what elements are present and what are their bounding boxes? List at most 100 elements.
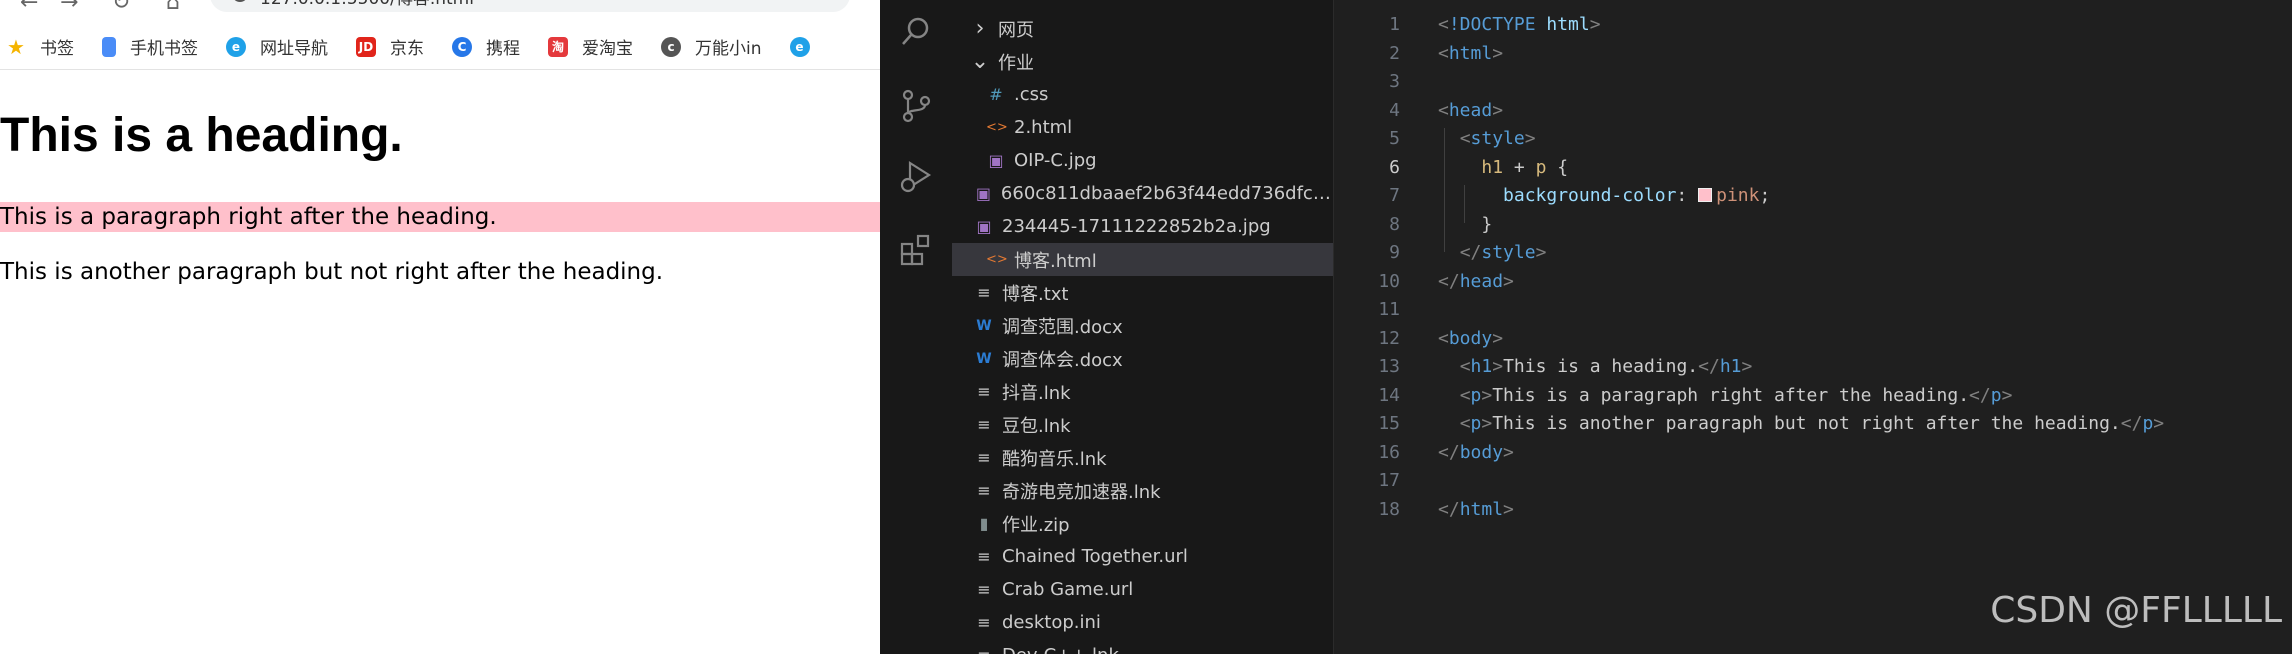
bookmark-label: 爱淘宝 bbox=[582, 39, 633, 59]
bookmark-item[interactable]: e 网址导航 bbox=[226, 34, 328, 59]
bookmark-label: 手机书签 bbox=[130, 39, 198, 59]
code-line[interactable]: 11 bbox=[1334, 296, 2292, 325]
explorer-folder[interactable]: ⌄ 作业 bbox=[952, 45, 1333, 78]
explorer-file[interactable]: ≡ desktop.ini bbox=[952, 606, 1333, 639]
explorer-file[interactable]: ▣ 660c811dbaaef2b63f44edd736dfc46... bbox=[952, 177, 1333, 210]
line-number: 6 bbox=[1389, 156, 1400, 178]
edge-e-icon: e bbox=[226, 36, 246, 57]
code-line[interactable]: 5 <style> bbox=[1334, 125, 2292, 154]
explorer-file[interactable]: ≡ 抖音.lnk bbox=[952, 375, 1333, 408]
site-info-icon[interactable] bbox=[232, 0, 248, 2]
source-control-icon[interactable] bbox=[898, 88, 934, 124]
line-number: 7 bbox=[1389, 185, 1400, 206]
text-file-icon: ≡ bbox=[977, 547, 991, 566]
browser-toolbar: ← → ↻ ⌂ 127.0.0.1:5500/博客.html bbox=[0, 0, 880, 20]
code-text: <!DOCTYPE html> bbox=[1438, 14, 1601, 35]
explorer-file[interactable]: ▣ OIP-C.jpg bbox=[952, 144, 1333, 177]
word-file-icon: W bbox=[976, 317, 992, 334]
paragraph: This is another paragraph but not right … bbox=[0, 259, 664, 285]
explorer-item-label: desktop.ini bbox=[1002, 612, 1101, 633]
code-line[interactable]: 12 <body> bbox=[1334, 325, 2292, 354]
back-icon[interactable]: ← bbox=[20, 0, 38, 15]
chevron-right-icon: › bbox=[975, 16, 985, 41]
code-text: </body> bbox=[1438, 441, 1514, 463]
code-line[interactable]: 13 <h1>This is a heading.</h1> bbox=[1334, 353, 2292, 382]
code-line[interactable]: 2 <html> bbox=[1334, 40, 2292, 69]
ctrip-icon: C bbox=[452, 36, 472, 57]
explorer-file[interactable]: ▮ 作业.zip bbox=[952, 507, 1333, 540]
code-line[interactable]: 6 h1 + p { bbox=[1334, 154, 2292, 183]
explorer-item-label: 酷狗音乐.lnk bbox=[1002, 448, 1107, 470]
line-number: 11 bbox=[1378, 299, 1400, 320]
run-debug-icon[interactable] bbox=[898, 158, 934, 194]
explorer-file[interactable]: <> 2.html bbox=[952, 111, 1333, 144]
explorer-file[interactable]: # .css bbox=[952, 78, 1333, 111]
line-number: 8 bbox=[1389, 213, 1400, 235]
bookmark-label: 网址导航 bbox=[260, 39, 328, 59]
bookmark-item[interactable]: JD 京东 bbox=[356, 34, 424, 59]
explorer-item-label: Dev-C++.lnk bbox=[1002, 645, 1119, 654]
code-line[interactable]: 15 <p>This is another paragraph but not … bbox=[1334, 410, 2292, 439]
code-line[interactable]: 1 <!DOCTYPE html> bbox=[1334, 11, 2292, 40]
explorer-file[interactable]: ≡ Dev-C++.lnk bbox=[952, 639, 1333, 654]
explorer-file[interactable]: ≡ Chained Together.url bbox=[952, 540, 1333, 573]
code-editor[interactable]: 1 <!DOCTYPE html> 2 <html> 3 4 <head> 5 <style>… bbox=[1334, 0, 2292, 654]
extensions-icon[interactable] bbox=[898, 232, 934, 268]
explorer-item-label: 豆包.lnk bbox=[1002, 415, 1071, 437]
code-line[interactable]: 4 <head> bbox=[1334, 97, 2292, 126]
explorer-item-label: 作业 bbox=[998, 52, 1034, 74]
color-swatch[interactable] bbox=[1698, 188, 1713, 202]
word-file-icon: W bbox=[976, 350, 992, 367]
code-line[interactable]: 17 bbox=[1334, 467, 2292, 496]
code-text: <p>This is a paragraph right after the h… bbox=[1459, 384, 2013, 406]
explorer-file[interactable]: ≡ 奇游电竞加速器.lnk bbox=[952, 474, 1333, 507]
text-file-icon: ≡ bbox=[974, 646, 994, 654]
file-explorer: › 网页 ⌄ 作业 # .css <> 2.html ▣ OIP-C.jpg ▣ 660c811dba… bbox=[952, 0, 1334, 654]
explorer-file[interactable]: ≡ 豆包.lnk bbox=[952, 408, 1333, 441]
forward-icon[interactable]: → bbox=[60, 0, 78, 15]
code-line[interactable]: 16 </body> bbox=[1334, 439, 2292, 468]
code-line[interactable]: 14 <p>This is a paragraph right after th… bbox=[1334, 382, 2292, 411]
code-line[interactable]: 8 } bbox=[1334, 211, 2292, 240]
bookmark-item[interactable]: 淘 爱淘宝 bbox=[548, 34, 633, 59]
explorer-folder[interactable]: › 网页 bbox=[952, 12, 1333, 45]
line-number: 17 bbox=[1378, 470, 1400, 491]
bookmark-item[interactable]: C 携程 bbox=[452, 34, 520, 59]
html-file-icon: <> bbox=[986, 120, 1008, 135]
explorer-file[interactable]: W 调查范围.docx bbox=[952, 309, 1333, 342]
explorer-file[interactable]: W 调查体会.docx bbox=[952, 342, 1333, 375]
code-line[interactable]: 18 </html> bbox=[1334, 496, 2292, 525]
search-icon[interactable] bbox=[898, 14, 934, 50]
explorer-item-label: OIP-C.jpg bbox=[1014, 150, 1097, 171]
code-line[interactable]: 10 </head> bbox=[1334, 268, 2292, 297]
bookmark-item[interactable]: 手机书签 bbox=[102, 34, 198, 59]
explorer-file[interactable]: ≡ 酷狗音乐.lnk bbox=[952, 441, 1333, 474]
bookmark-item[interactable]: ★ 书签 bbox=[6, 34, 74, 60]
bookmark-item[interactable]: e bbox=[789, 36, 824, 57]
bookmark-label: 京东 bbox=[390, 39, 424, 59]
text-file-icon: ≡ bbox=[977, 613, 991, 632]
explorer-item-label: 博客.txt bbox=[1002, 283, 1069, 305]
html-file-icon: <> bbox=[986, 252, 1008, 267]
bookmark-item[interactable]: c 万能小in bbox=[661, 34, 762, 59]
reload-icon[interactable]: ↻ bbox=[112, 0, 130, 15]
explorer-file[interactable]: ≡ 博客.txt bbox=[952, 276, 1333, 309]
code-text: h1 + p { bbox=[1481, 156, 1569, 178]
explorer-item-label: 234445-17111222852b2a.jpg bbox=[1002, 216, 1271, 237]
text-file-icon: ≡ bbox=[977, 382, 991, 401]
text-file-icon: ≡ bbox=[977, 283, 991, 302]
code-line[interactable]: 3 bbox=[1334, 68, 2292, 97]
jd-icon: JD bbox=[356, 36, 376, 57]
code-line[interactable]: 9 </style> bbox=[1334, 239, 2292, 268]
code-text: <p>This is another paragraph but not rig… bbox=[1459, 413, 2165, 434]
address-bar[interactable]: 127.0.0.1:5500/博客.html bbox=[210, 0, 850, 12]
explorer-file[interactable]: <> 博客.html bbox=[952, 243, 1333, 276]
code-text: background-color: pink; bbox=[1503, 185, 1771, 206]
explorer-file[interactable]: ≡ Crab Game.url bbox=[952, 573, 1333, 606]
code-text: </html> bbox=[1438, 498, 1514, 520]
explorer-file[interactable]: ▣ 234445-17111222852b2a.jpg bbox=[952, 210, 1333, 243]
home-icon[interactable]: ⌂ bbox=[166, 0, 180, 15]
code-line[interactable]: 7 background-color: pink; bbox=[1334, 182, 2292, 211]
line-number: 12 bbox=[1378, 327, 1400, 349]
css-file-icon: # bbox=[989, 85, 1003, 104]
